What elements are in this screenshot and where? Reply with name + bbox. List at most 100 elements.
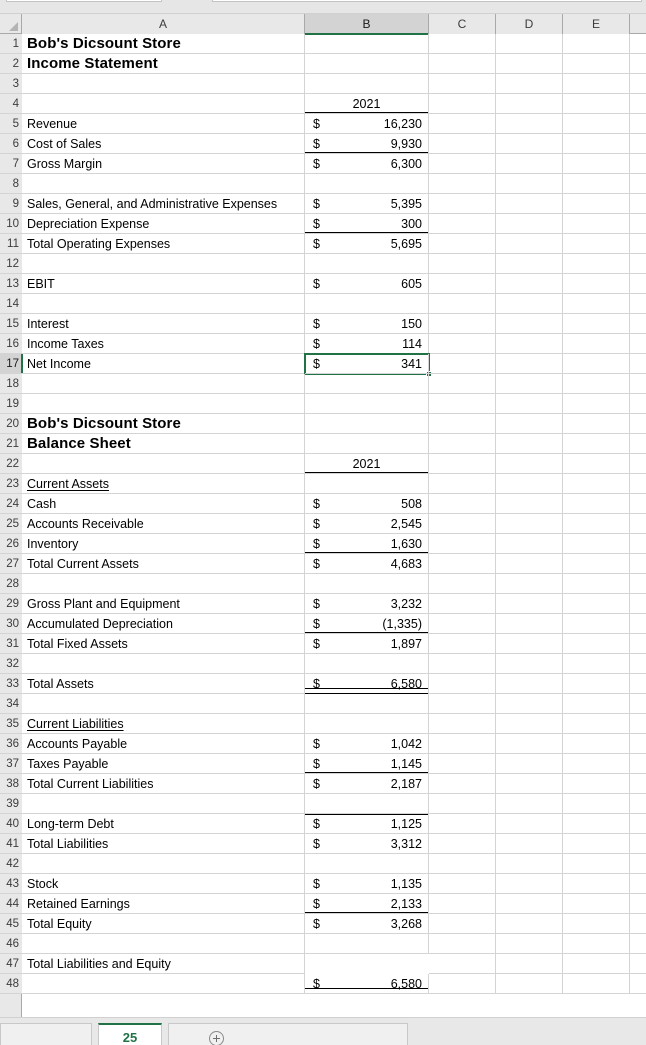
cell-f6[interactable] xyxy=(630,134,646,154)
row-header-11[interactable]: 11 xyxy=(0,234,22,254)
cell-e46[interactable] xyxy=(563,934,630,954)
column-header-e[interactable]: E xyxy=(563,14,630,34)
cell-e8[interactable] xyxy=(563,174,630,194)
cell-f1[interactable] xyxy=(630,34,646,54)
row-header-35[interactable]: 35 xyxy=(0,714,22,734)
cell-e32[interactable] xyxy=(563,654,630,674)
cell-d16[interactable] xyxy=(496,334,563,354)
cell-d13[interactable] xyxy=(496,274,563,294)
cell-e31[interactable] xyxy=(563,634,630,654)
cell-b4[interactable]: 2021 xyxy=(305,94,429,114)
cell-d43[interactable] xyxy=(496,874,563,894)
cell-c3[interactable] xyxy=(429,74,496,94)
cell-c35[interactable] xyxy=(429,714,496,734)
cell-a27[interactable]: Total Current Assets xyxy=(22,554,305,574)
cell-c22[interactable] xyxy=(429,454,496,474)
cell-d2[interactable] xyxy=(496,54,563,74)
cell-d17[interactable] xyxy=(496,354,563,374)
cell-b40[interactable]: $1,125 xyxy=(305,814,429,834)
cell-f23[interactable] xyxy=(630,474,646,494)
cell-d35[interactable] xyxy=(496,714,563,734)
cell-a46[interactable] xyxy=(22,934,305,954)
cell-a29[interactable]: Gross Plant and Equipment xyxy=(22,594,305,614)
cell-b23[interactable] xyxy=(305,474,429,494)
cell-a6[interactable]: Cost of Sales xyxy=(22,134,305,154)
cell-e43[interactable] xyxy=(563,874,630,894)
cell-a37[interactable]: Taxes Payable xyxy=(22,754,305,774)
cell-f12[interactable] xyxy=(630,254,646,274)
cell-c48[interactable] xyxy=(429,974,496,994)
cell-d48[interactable] xyxy=(496,974,563,994)
cell-b28[interactable] xyxy=(305,574,429,594)
cell-e40[interactable] xyxy=(563,814,630,834)
row-header-41[interactable]: 41 xyxy=(0,834,22,854)
cell-f29[interactable] xyxy=(630,594,646,614)
cell-f18[interactable] xyxy=(630,374,646,394)
cell-f17[interactable] xyxy=(630,354,646,374)
cell-c43[interactable] xyxy=(429,874,496,894)
cell-c30[interactable] xyxy=(429,614,496,634)
row-header-12[interactable]: 12 xyxy=(0,254,22,274)
cell-d44[interactable] xyxy=(496,894,563,914)
cell-b33[interactable]: $6,580 xyxy=(305,674,429,694)
cell-e22[interactable] xyxy=(563,454,630,474)
cell-f2[interactable] xyxy=(630,54,646,74)
cell-b13[interactable]: $605 xyxy=(305,274,429,294)
cell-c10[interactable] xyxy=(429,214,496,234)
cell-a26[interactable]: Inventory xyxy=(22,534,305,554)
cell-b7[interactable]: $6,300 xyxy=(305,154,429,174)
cell-e34[interactable] xyxy=(563,694,630,714)
cell-d47[interactable] xyxy=(496,954,563,974)
cell-f27[interactable] xyxy=(630,554,646,574)
cell-f40[interactable] xyxy=(630,814,646,834)
cell-b15[interactable]: $150 xyxy=(305,314,429,334)
cell-d23[interactable] xyxy=(496,474,563,494)
cell-b30[interactable]: $ (1,335) xyxy=(305,614,429,634)
cell-a48[interactable] xyxy=(22,974,305,994)
cell-a5[interactable]: Revenue xyxy=(22,114,305,134)
cell-f10[interactable] xyxy=(630,214,646,234)
cell-d34[interactable] xyxy=(496,694,563,714)
cell-c5[interactable] xyxy=(429,114,496,134)
cell-e1[interactable] xyxy=(563,34,630,54)
cell-d27[interactable] xyxy=(496,554,563,574)
row-header-15[interactable]: 15 xyxy=(0,314,22,334)
row-header-37[interactable]: 37 xyxy=(0,754,22,774)
cell-d41[interactable] xyxy=(496,834,563,854)
row-header-34[interactable]: 34 xyxy=(0,694,22,714)
row-header-9[interactable]: 9 xyxy=(0,194,22,214)
cell-f44[interactable] xyxy=(630,894,646,914)
cell-a20[interactable]: Bob's Dicsount Store xyxy=(22,414,305,434)
cell-d37[interactable] xyxy=(496,754,563,774)
cell-b11[interactable]: $5,695 xyxy=(305,234,429,254)
cell-b18[interactable] xyxy=(305,374,429,394)
cell-a12[interactable] xyxy=(22,254,305,274)
cell-e18[interactable] xyxy=(563,374,630,394)
row-header-1[interactable]: 1 xyxy=(0,34,22,54)
row-header-36[interactable]: 36 xyxy=(0,734,22,754)
row-header-25[interactable]: 25 xyxy=(0,514,22,534)
cell-d45[interactable] xyxy=(496,914,563,934)
cell-e3[interactable] xyxy=(563,74,630,94)
cell-e26[interactable] xyxy=(563,534,630,554)
cell-b37[interactable]: $1,145 xyxy=(305,754,429,774)
row-header-10[interactable]: 10 xyxy=(0,214,22,234)
row-header-47[interactable]: 47 xyxy=(0,954,22,974)
cell-a13[interactable]: EBIT xyxy=(22,274,305,294)
select-all-corner[interactable] xyxy=(0,14,22,34)
cell-f5[interactable] xyxy=(630,114,646,134)
cell-a3[interactable] xyxy=(22,74,305,94)
row-header-43[interactable]: 43 xyxy=(0,874,22,894)
row-header-17[interactable]: 17 xyxy=(0,354,23,374)
row-header-14[interactable]: 14 xyxy=(0,294,22,314)
cell-d12[interactable] xyxy=(496,254,563,274)
cell-a14[interactable] xyxy=(22,294,305,314)
cell-e25[interactable] xyxy=(563,514,630,534)
cell-b1[interactable] xyxy=(305,34,429,54)
cell-d22[interactable] xyxy=(496,454,563,474)
cell-a16[interactable]: Income Taxes xyxy=(22,334,305,354)
cell-c40[interactable] xyxy=(429,814,496,834)
cell-f47[interactable] xyxy=(630,954,646,974)
cell-b10[interactable]: $300 xyxy=(305,214,429,234)
cell-e29[interactable] xyxy=(563,594,630,614)
